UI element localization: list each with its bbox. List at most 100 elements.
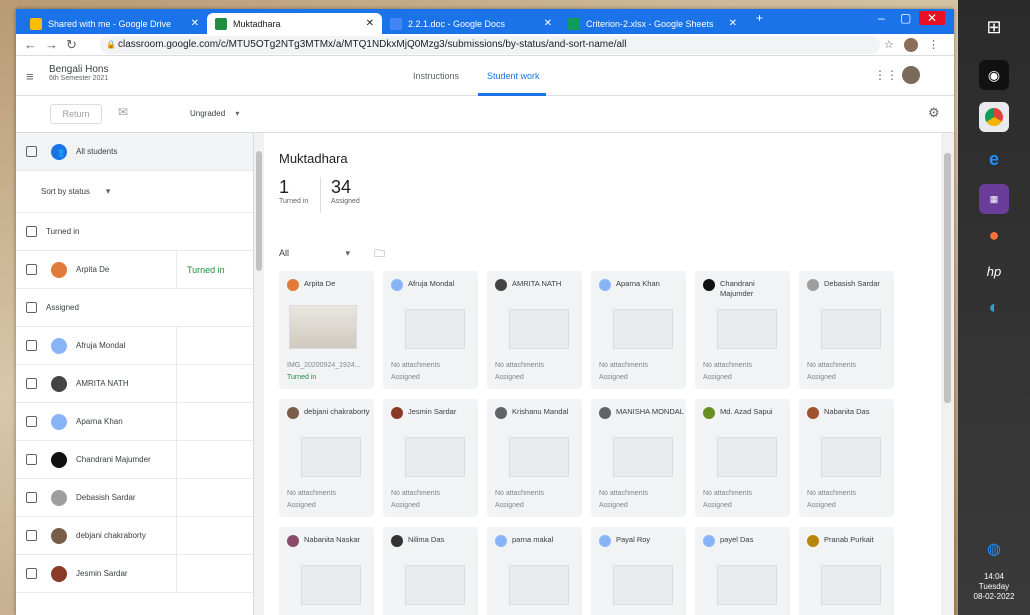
student-status	[176, 555, 253, 592]
submission-card[interactable]: Nabanita Das No attachments Assigned	[799, 399, 894, 517]
student-row[interactable]: Afruja Mondal	[16, 327, 253, 365]
windows-start-icon[interactable]: ⊞	[979, 12, 1009, 42]
reload-icon[interactable]: ↻	[66, 37, 77, 53]
checkbox[interactable]	[26, 568, 37, 579]
submission-card[interactable]: debjani chakraborty No attachments Assigne…	[279, 399, 374, 517]
chrome-icon[interactable]	[979, 102, 1009, 132]
submission-card[interactable]: Nilima DasNo attachmentsAssigned	[383, 527, 478, 615]
close-tab-icon[interactable]: ✕	[729, 18, 737, 29]
left-scroll-thumb[interactable]	[256, 151, 262, 271]
user-avatar[interactable]	[902, 66, 920, 84]
folder-icon[interactable]: 🗀	[374, 245, 385, 264]
main-scrollbar[interactable]	[941, 133, 954, 615]
close-tab-icon[interactable]: ✕	[544, 18, 552, 29]
close-window-icon[interactable]: ✕	[919, 11, 946, 25]
grade-filter-select[interactable]: Ungraded ▾	[190, 109, 239, 118]
attachment-label: No attachments	[599, 490, 649, 497]
attachment-thumbnail[interactable]	[289, 305, 357, 349]
star-icon[interactable]: ☆	[884, 38, 894, 51]
return-button[interactable]: Return	[50, 104, 102, 124]
hp-icon[interactable]: hp	[979, 256, 1009, 286]
submission-card[interactable]: Pranab PurkaitNo attachmentsAssigned	[799, 527, 894, 615]
clock[interactable]: 14:04 Tuesday 08-02-2022	[958, 572, 1030, 602]
checkbox[interactable]	[26, 264, 37, 275]
submission-filter-select[interactable]: All ▾	[279, 248, 350, 259]
submission-card[interactable]: Jesmin Sardar No attachments Assigned	[383, 399, 478, 517]
submission-card[interactable]: AMRITA NATH No attachments Assigned	[487, 271, 582, 389]
checkbox[interactable]	[26, 146, 37, 157]
classroom-icon	[215, 17, 227, 30]
maximize-icon[interactable]: ▢	[900, 11, 911, 25]
hamburger-icon[interactable]: ≡	[26, 69, 34, 84]
card-status: Assigned	[391, 502, 420, 509]
submission-card[interactable]: Debasish Sardar No attachments Assigned	[799, 271, 894, 389]
firefox-icon[interactable]: ●	[979, 220, 1009, 250]
student-name: Aparna Khan	[616, 279, 660, 288]
checkbox[interactable]	[26, 340, 37, 351]
back-icon[interactable]: ←	[24, 37, 37, 52]
submission-card[interactable]: Arpita De IMG_20200924_1924... Turned in	[279, 271, 374, 389]
notification-icon[interactable]: ◍	[979, 534, 1009, 564]
submission-card[interactable]: Md. Azad Sapui No attachments Assigned	[695, 399, 790, 517]
checkbox[interactable]	[26, 492, 37, 503]
main-scroll-thumb[interactable]	[944, 153, 951, 403]
close-tab-icon[interactable]: ✕	[191, 18, 199, 29]
student-row[interactable]: AMRITA NATH	[16, 365, 253, 403]
new-tab-icon[interactable]: +	[756, 11, 763, 25]
checkbox[interactable]	[26, 226, 37, 237]
all-students-row[interactable]: 👥 All students	[16, 133, 253, 171]
submission-card[interactable]: Krishanu Mandal No attachments Assigned	[487, 399, 582, 517]
classroom-header: ≡ Bengali Hons 6th Semester 2021 Instruc…	[16, 56, 954, 96]
email-icon[interactable]: ✉	[118, 105, 128, 119]
tab-instructions[interactable]: Instructions	[413, 71, 459, 81]
student-row[interactable]: Jesmin Sardar	[16, 555, 253, 593]
student-row[interactable]: Arpita De Turned in	[16, 251, 253, 289]
card-header: Afruja Mondal	[391, 279, 476, 291]
checkbox[interactable]	[26, 302, 37, 313]
student-name: Jesmin Sardar	[408, 407, 457, 416]
profile-avatar[interactable]	[904, 37, 918, 52]
forward-icon[interactable]: →	[45, 37, 58, 52]
attachment-thumbnail	[509, 565, 569, 605]
windows-taskbar: ⊞ ◉ e ▦ ● hp ◐ ◍ 14:04 Tuesday 08-02-202…	[958, 0, 1030, 615]
student-name: Chandrani Majumder	[720, 279, 755, 298]
student-name: Arpita De	[304, 279, 336, 288]
close-tab-icon[interactable]: ✕	[366, 18, 374, 29]
submission-card[interactable]: payel DasNo attachmentsAssigned	[695, 527, 790, 615]
camera-app-icon[interactable]: ◉	[979, 60, 1009, 90]
url-bar[interactable]: 🔒 classroom.google.com/c/MTU5OTg2NTg3MTM…	[100, 36, 880, 54]
settings-gear-icon[interactable]: ⚙	[928, 105, 940, 121]
minimize-icon[interactable]: –	[878, 11, 885, 25]
card-status: Turned in	[287, 374, 317, 381]
submission-card[interactable]: Aparna Khan No attachments Assigned	[591, 271, 686, 389]
course-title[interactable]: Bengali Hons 6th Semester 2021	[49, 64, 108, 82]
checkbox[interactable]	[26, 454, 37, 465]
tab-muktadhara[interactable]: Muktadhara ✕	[207, 13, 382, 34]
tab-student-work[interactable]: Student work	[487, 71, 540, 81]
checkbox[interactable]	[26, 378, 37, 389]
student-row[interactable]: Chandrani Majumder	[16, 441, 253, 479]
student-row[interactable]: Aparna Khan	[16, 403, 253, 441]
lock-icon: 🔒	[106, 40, 116, 49]
student-row[interactable]: debjani chakraborty	[16, 517, 253, 555]
attachment-label: No attachments	[703, 490, 753, 497]
submission-card[interactable]: Nabanita NaskarNo attachmentsAssigned	[279, 527, 374, 615]
tab-drive[interactable]: Shared with me - Google Drive ✕	[22, 13, 207, 34]
submission-card[interactable]: Chandrani Majumder No attachments Assigned	[695, 271, 790, 389]
menu-icon[interactable]: ⋮	[928, 38, 939, 51]
media-app-icon[interactable]: ▦	[979, 184, 1009, 214]
checkbox[interactable]	[26, 530, 37, 541]
submission-card[interactable]: Afruja Mondal No attachments Assigned	[383, 271, 478, 389]
internet-explorer-icon[interactable]: e	[979, 144, 1009, 174]
submission-card[interactable]: Payal RoyNo attachmentsAssigned	[591, 527, 686, 615]
submission-card[interactable]: MANISHA MONDAL No attachments Assigned	[591, 399, 686, 517]
student-row[interactable]: Debasish Sardar	[16, 479, 253, 517]
submission-card[interactable]: parna makalNo attachmentsAssigned	[487, 527, 582, 615]
edge-icon[interactable]: ◐	[979, 292, 1009, 322]
checkbox[interactable]	[26, 416, 37, 427]
tab-sheets[interactable]: Criterion-2.xlsx - Google Sheets ✕	[560, 13, 745, 34]
sort-select[interactable]: Sort by status ▾	[16, 171, 253, 213]
left-scrollbar[interactable]	[254, 133, 264, 615]
tab-docs[interactable]: 2.2.1.doc - Google Docs ✕	[382, 13, 560, 34]
attachment-label: No attachments	[495, 490, 545, 497]
